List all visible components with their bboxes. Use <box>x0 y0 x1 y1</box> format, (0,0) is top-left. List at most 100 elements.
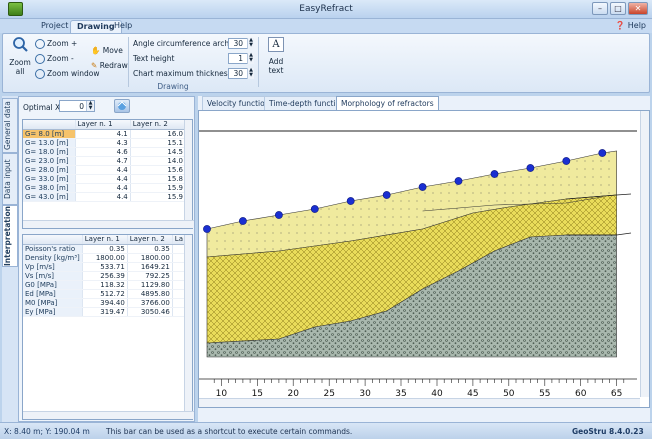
tab-morphology-of-refractors[interactable]: Morphology of refractors <box>336 96 439 110</box>
table-cell[interactable]: 4.7 <box>75 156 131 166</box>
table-cell[interactable]: 4.3 <box>75 138 131 148</box>
row-header[interactable]: Density [kg/m³] <box>23 253 83 263</box>
table-row[interactable]: G= 18.0 [m] 4.6 14.5 <box>23 147 187 157</box>
status-bar[interactable]: X: 8.40 m; Y: 190.04 m This bar can be u… <box>0 422 652 439</box>
geophone-point <box>598 149 607 157</box>
help-link[interactable]: ❓ Help <box>615 21 646 30</box>
plot-hscroll[interactable] <box>199 398 640 407</box>
table-cell[interactable]: 15.8 <box>130 174 187 185</box>
row-header[interactable]: G= 38.0 [m] <box>23 183 76 194</box>
table-cell[interactable]: 1800.00 <box>82 253 128 263</box>
table-cell[interactable]: 792.25 <box>127 271 173 281</box>
table-cell[interactable]: 533.71 <box>82 262 128 272</box>
table-row[interactable]: Poisson's ratio 0.35 0.35 <box>23 244 187 254</box>
table-cell[interactable]: 16.0 <box>130 129 187 139</box>
row-header[interactable]: G= 43.0 [m] <box>23 192 76 203</box>
zoom-all-button[interactable]: Zoom all <box>9 36 31 76</box>
table-cell[interactable]: 4.1 <box>75 129 131 139</box>
table-row[interactable]: G= 28.0 [m] 4.4 15.6 <box>23 165 187 176</box>
angle-spinner[interactable]: ▲ ▼ <box>247 38 254 49</box>
row-header[interactable]: G= 13.0 [m] <box>23 138 76 148</box>
column-header[interactable]: Layer n. 2 <box>127 235 173 245</box>
table-cell[interactable]: 4.4 <box>75 174 131 185</box>
table-cell[interactable]: 1800.00 <box>127 253 173 263</box>
table-cell[interactable]: 4.4 <box>75 192 131 203</box>
table-cell[interactable]: 4.6 <box>75 147 131 157</box>
zoom-in-button[interactable]: Zoom + <box>35 39 77 49</box>
morphology-plot[interactable]: 10 15 20 25 30 35 40 45 50 55 60 65 <box>199 111 649 407</box>
table-cell[interactable]: 4.4 <box>75 183 131 194</box>
table-cell[interactable]: 512.72 <box>82 289 128 300</box>
move-button[interactable]: ✋ Move <box>91 46 123 55</box>
table-cell[interactable]: 3766.00 <box>127 298 173 309</box>
table-row[interactable]: G0 [MPa] 118.32 1129.80 <box>23 280 187 291</box>
tab-project[interactable]: Project <box>35 20 74 33</box>
table-row[interactable]: Density [kg/m³] 1800.00 1800.00 <box>23 253 187 263</box>
table-row[interactable]: M0 [MPa] 394.40 3766.00 <box>23 298 187 309</box>
optimal-xy-spinner[interactable]: ▲ ▼ <box>86 101 94 111</box>
table-cell[interactable]: 0.35 <box>127 244 173 254</box>
text-height-spinner[interactable]: ▲ ▼ <box>247 53 254 64</box>
table-cell[interactable]: 15.6 <box>130 165 187 176</box>
table-cell[interactable]: 1129.80 <box>127 280 173 291</box>
redraw-button[interactable]: ✎ Redraw <box>91 61 128 70</box>
column-header[interactable]: Layer n. 2 <box>130 120 187 130</box>
table-cell[interactable]: 394.40 <box>82 298 128 309</box>
add-text-button[interactable]: A Add text <box>265 37 287 75</box>
table-cell[interactable]: 15.9 <box>130 183 187 194</box>
minimize-button[interactable]: – <box>592 2 608 15</box>
row-header[interactable]: Poisson's ratio <box>23 244 83 254</box>
row-header[interactable]: Ed [MPa] <box>23 289 83 300</box>
table-cell[interactable]: 3050.46 <box>127 307 173 318</box>
row-header[interactable]: G= 8.0 [m] <box>23 129 76 139</box>
zoom-window-button[interactable]: Zoom window <box>35 69 99 79</box>
table-row[interactable]: Vp [m/s] 533.71 1649.21 <box>23 262 187 272</box>
table-cell[interactable]: 15.9 <box>130 192 187 203</box>
optimal-xy-input[interactable]: 0 ▲ ▼ <box>59 100 95 112</box>
velocity-grid-vscroll[interactable] <box>184 120 192 220</box>
velocity-grid-hscroll[interactable] <box>23 220 194 228</box>
column-header[interactable]: Layer n. 1 <box>82 235 128 245</box>
table-row[interactable]: Vs [m/s] 256.39 792.25 <box>23 271 187 281</box>
properties-grid-vscroll[interactable] <box>184 235 192 411</box>
properties-grid-hscroll[interactable] <box>23 411 194 419</box>
table-cell[interactable]: 1649.21 <box>127 262 173 272</box>
table-row[interactable]: G= 43.0 [m] 4.4 15.9 <box>23 192 187 203</box>
tab-help[interactable]: Help <box>108 20 138 33</box>
table-cell[interactable]: 15.1 <box>130 138 187 148</box>
tab-data-input[interactable]: Data input <box>2 153 18 205</box>
row-header[interactable]: M0 [MPa] <box>23 298 83 309</box>
tab-general-data[interactable]: General data <box>2 98 18 153</box>
table-row[interactable]: G= 8.0 [m] 4.1 16.0 <box>23 129 187 139</box>
row-header[interactable]: G= 28.0 [m] <box>23 165 76 176</box>
optimize-button[interactable] <box>114 99 130 113</box>
table-cell[interactable]: 4.4 <box>75 165 131 176</box>
plot-vscroll[interactable] <box>640 111 649 397</box>
table-row[interactable]: G= 23.0 [m] 4.7 14.0 <box>23 156 187 166</box>
tab-interpretation[interactable]: Interpretation <box>2 205 18 267</box>
table-row[interactable]: G= 33.0 [m] 4.4 15.8 <box>23 174 187 185</box>
table-row[interactable]: Ed [MPa] 512.72 4895.80 <box>23 289 187 300</box>
table-cell[interactable]: 256.39 <box>82 271 128 281</box>
row-header[interactable]: G0 [MPa] <box>23 280 83 291</box>
table-cell[interactable]: 319.47 <box>82 307 128 318</box>
maximize-button[interactable]: □ <box>610 2 626 15</box>
column-header[interactable]: Layer n. 1 <box>75 120 131 130</box>
zoom-out-button[interactable]: Zoom - <box>35 54 74 64</box>
close-button[interactable]: ✕ <box>628 2 648 15</box>
table-row[interactable]: Ey [MPa] 319.47 3050.46 <box>23 307 187 318</box>
row-header[interactable]: Vp [m/s] <box>23 262 83 272</box>
row-header[interactable]: Ey [MPa] <box>23 307 83 318</box>
table-cell[interactable]: 118.32 <box>82 280 128 291</box>
row-header[interactable]: G= 23.0 [m] <box>23 156 76 166</box>
table-row[interactable]: G= 38.0 [m] 4.4 15.9 <box>23 183 187 194</box>
table-cell[interactable]: 4895.80 <box>127 289 173 300</box>
row-header[interactable]: G= 33.0 [m] <box>23 174 76 185</box>
table-cell[interactable]: 14.5 <box>130 147 187 157</box>
chart-max-spinner[interactable]: ▲ ▼ <box>247 68 254 79</box>
row-header[interactable]: G= 18.0 [m] <box>23 147 76 157</box>
table-cell[interactable]: 0.35 <box>82 244 128 254</box>
table-row[interactable]: G= 13.0 [m] 4.3 15.1 <box>23 138 187 148</box>
row-header[interactable]: Vs [m/s] <box>23 271 83 281</box>
table-cell[interactable]: 14.0 <box>130 156 187 166</box>
